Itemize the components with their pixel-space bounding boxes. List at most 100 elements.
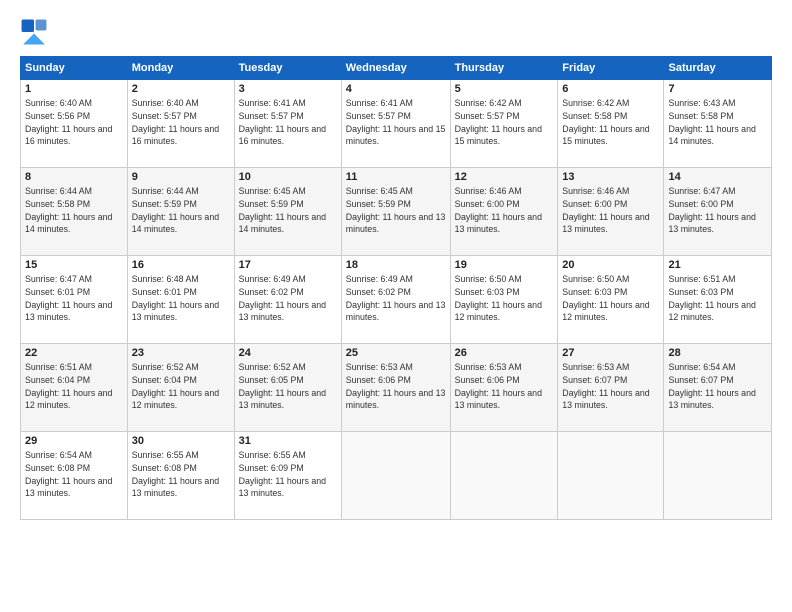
day-number: 2	[132, 83, 230, 95]
day-info: Sunrise: 6:40 AMSunset: 5:56 PMDaylight:…	[25, 98, 112, 146]
weekday-header-tuesday: Tuesday	[234, 57, 341, 80]
weekday-header-thursday: Thursday	[450, 57, 558, 80]
day-number: 28	[668, 347, 767, 359]
header	[20, 18, 772, 46]
day-number: 26	[455, 347, 554, 359]
day-info: Sunrise: 6:45 AMSunset: 5:59 PMDaylight:…	[346, 186, 446, 234]
day-number: 6	[562, 83, 659, 95]
day-info: Sunrise: 6:53 AMSunset: 6:07 PMDaylight:…	[562, 362, 649, 410]
calendar-cell: 12 Sunrise: 6:46 AMSunset: 6:00 PMDaylig…	[450, 168, 558, 256]
weekday-header-row: SundayMondayTuesdayWednesdayThursdayFrid…	[21, 57, 772, 80]
day-number: 31	[239, 435, 337, 447]
day-number: 3	[239, 83, 337, 95]
calendar-cell: 28 Sunrise: 6:54 AMSunset: 6:07 PMDaylig…	[664, 344, 772, 432]
logo	[20, 18, 52, 46]
day-info: Sunrise: 6:46 AMSunset: 6:00 PMDaylight:…	[562, 186, 649, 234]
calendar-week-2: 8 Sunrise: 6:44 AMSunset: 5:58 PMDayligh…	[21, 168, 772, 256]
calendar-cell: 7 Sunrise: 6:43 AMSunset: 5:58 PMDayligh…	[664, 80, 772, 168]
calendar-cell: 17 Sunrise: 6:49 AMSunset: 6:02 PMDaylig…	[234, 256, 341, 344]
day-number: 30	[132, 435, 230, 447]
day-info: Sunrise: 6:54 AMSunset: 6:08 PMDaylight:…	[25, 450, 112, 498]
day-number: 8	[25, 171, 123, 183]
day-info: Sunrise: 6:52 AMSunset: 6:05 PMDaylight:…	[239, 362, 326, 410]
day-info: Sunrise: 6:47 AMSunset: 6:01 PMDaylight:…	[25, 274, 112, 322]
calendar-cell: 21 Sunrise: 6:51 AMSunset: 6:03 PMDaylig…	[664, 256, 772, 344]
day-info: Sunrise: 6:49 AMSunset: 6:02 PMDaylight:…	[346, 274, 446, 322]
day-info: Sunrise: 6:52 AMSunset: 6:04 PMDaylight:…	[132, 362, 219, 410]
calendar-cell: 26 Sunrise: 6:53 AMSunset: 6:06 PMDaylig…	[450, 344, 558, 432]
day-number: 7	[668, 83, 767, 95]
calendar-cell: 15 Sunrise: 6:47 AMSunset: 6:01 PMDaylig…	[21, 256, 128, 344]
day-info: Sunrise: 6:46 AMSunset: 6:00 PMDaylight:…	[455, 186, 542, 234]
day-info: Sunrise: 6:42 AMSunset: 5:57 PMDaylight:…	[455, 98, 542, 146]
calendar-cell: 3 Sunrise: 6:41 AMSunset: 5:57 PMDayligh…	[234, 80, 341, 168]
calendar-cell: 25 Sunrise: 6:53 AMSunset: 6:06 PMDaylig…	[341, 344, 450, 432]
day-number: 23	[132, 347, 230, 359]
day-number: 21	[668, 259, 767, 271]
calendar-cell: 1 Sunrise: 6:40 AMSunset: 5:56 PMDayligh…	[21, 80, 128, 168]
calendar-cell: 9 Sunrise: 6:44 AMSunset: 5:59 PMDayligh…	[127, 168, 234, 256]
day-number: 9	[132, 171, 230, 183]
calendar-week-4: 22 Sunrise: 6:51 AMSunset: 6:04 PMDaylig…	[21, 344, 772, 432]
day-info: Sunrise: 6:42 AMSunset: 5:58 PMDaylight:…	[562, 98, 649, 146]
day-info: Sunrise: 6:44 AMSunset: 5:59 PMDaylight:…	[132, 186, 219, 234]
calendar-cell: 20 Sunrise: 6:50 AMSunset: 6:03 PMDaylig…	[558, 256, 664, 344]
day-number: 4	[346, 83, 446, 95]
day-number: 20	[562, 259, 659, 271]
calendar-week-3: 15 Sunrise: 6:47 AMSunset: 6:01 PMDaylig…	[21, 256, 772, 344]
day-number: 18	[346, 259, 446, 271]
calendar-table: SundayMondayTuesdayWednesdayThursdayFrid…	[20, 56, 772, 520]
calendar-week-1: 1 Sunrise: 6:40 AMSunset: 5:56 PMDayligh…	[21, 80, 772, 168]
calendar-cell	[450, 432, 558, 520]
calendar-cell: 18 Sunrise: 6:49 AMSunset: 6:02 PMDaylig…	[341, 256, 450, 344]
calendar-cell: 14 Sunrise: 6:47 AMSunset: 6:00 PMDaylig…	[664, 168, 772, 256]
calendar-cell: 6 Sunrise: 6:42 AMSunset: 5:58 PMDayligh…	[558, 80, 664, 168]
day-number: 29	[25, 435, 123, 447]
day-info: Sunrise: 6:55 AMSunset: 6:09 PMDaylight:…	[239, 450, 326, 498]
calendar-cell: 2 Sunrise: 6:40 AMSunset: 5:57 PMDayligh…	[127, 80, 234, 168]
calendar-cell	[558, 432, 664, 520]
weekday-header-sunday: Sunday	[21, 57, 128, 80]
day-info: Sunrise: 6:53 AMSunset: 6:06 PMDaylight:…	[455, 362, 542, 410]
calendar-cell: 10 Sunrise: 6:45 AMSunset: 5:59 PMDaylig…	[234, 168, 341, 256]
day-number: 1	[25, 83, 123, 95]
calendar-cell: 31 Sunrise: 6:55 AMSunset: 6:09 PMDaylig…	[234, 432, 341, 520]
day-info: Sunrise: 6:40 AMSunset: 5:57 PMDaylight:…	[132, 98, 219, 146]
calendar-cell: 5 Sunrise: 6:42 AMSunset: 5:57 PMDayligh…	[450, 80, 558, 168]
day-info: Sunrise: 6:55 AMSunset: 6:08 PMDaylight:…	[132, 450, 219, 498]
day-number: 27	[562, 347, 659, 359]
calendar-cell: 27 Sunrise: 6:53 AMSunset: 6:07 PMDaylig…	[558, 344, 664, 432]
calendar-cell: 19 Sunrise: 6:50 AMSunset: 6:03 PMDaylig…	[450, 256, 558, 344]
calendar-cell: 8 Sunrise: 6:44 AMSunset: 5:58 PMDayligh…	[21, 168, 128, 256]
day-number: 13	[562, 171, 659, 183]
logo-icon	[20, 18, 48, 46]
day-info: Sunrise: 6:41 AMSunset: 5:57 PMDaylight:…	[346, 98, 446, 146]
day-number: 10	[239, 171, 337, 183]
day-info: Sunrise: 6:51 AMSunset: 6:03 PMDaylight:…	[668, 274, 755, 322]
day-info: Sunrise: 6:47 AMSunset: 6:00 PMDaylight:…	[668, 186, 755, 234]
day-info: Sunrise: 6:49 AMSunset: 6:02 PMDaylight:…	[239, 274, 326, 322]
day-number: 5	[455, 83, 554, 95]
weekday-header-wednesday: Wednesday	[341, 57, 450, 80]
calendar-cell	[341, 432, 450, 520]
calendar-cell: 29 Sunrise: 6:54 AMSunset: 6:08 PMDaylig…	[21, 432, 128, 520]
calendar-cell	[664, 432, 772, 520]
day-info: Sunrise: 6:41 AMSunset: 5:57 PMDaylight:…	[239, 98, 326, 146]
day-number: 16	[132, 259, 230, 271]
day-info: Sunrise: 6:53 AMSunset: 6:06 PMDaylight:…	[346, 362, 446, 410]
calendar-cell: 13 Sunrise: 6:46 AMSunset: 6:00 PMDaylig…	[558, 168, 664, 256]
day-number: 11	[346, 171, 446, 183]
day-number: 15	[25, 259, 123, 271]
day-number: 25	[346, 347, 446, 359]
day-info: Sunrise: 6:43 AMSunset: 5:58 PMDaylight:…	[668, 98, 755, 146]
calendar-cell: 24 Sunrise: 6:52 AMSunset: 6:05 PMDaylig…	[234, 344, 341, 432]
day-number: 12	[455, 171, 554, 183]
calendar-cell: 16 Sunrise: 6:48 AMSunset: 6:01 PMDaylig…	[127, 256, 234, 344]
day-number: 14	[668, 171, 767, 183]
day-info: Sunrise: 6:45 AMSunset: 5:59 PMDaylight:…	[239, 186, 326, 234]
day-number: 22	[25, 347, 123, 359]
calendar-cell: 4 Sunrise: 6:41 AMSunset: 5:57 PMDayligh…	[341, 80, 450, 168]
calendar-cell: 23 Sunrise: 6:52 AMSunset: 6:04 PMDaylig…	[127, 344, 234, 432]
day-number: 17	[239, 259, 337, 271]
day-info: Sunrise: 6:44 AMSunset: 5:58 PMDaylight:…	[25, 186, 112, 234]
